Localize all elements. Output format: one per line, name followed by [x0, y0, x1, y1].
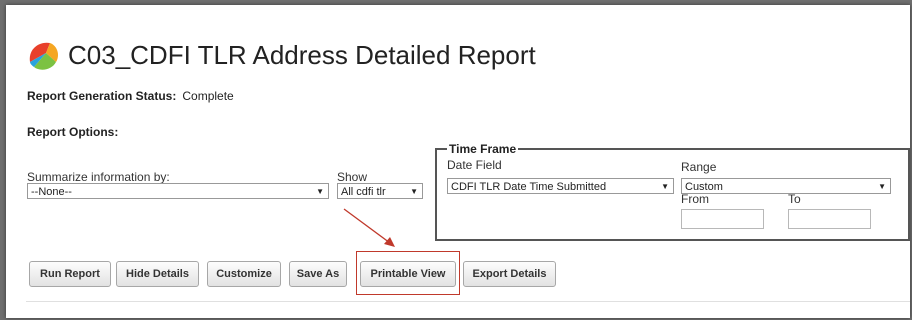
run-report-button[interactable]: Run Report: [29, 261, 111, 287]
to-date-input[interactable]: [788, 209, 871, 229]
page-header: C03_CDFI TLR Address Detailed Report: [26, 35, 536, 75]
show-select-value: All cdfi tlr: [341, 186, 386, 198]
show-label: Show: [337, 170, 368, 184]
chevron-down-icon: ▼: [410, 187, 418, 196]
summarize-select[interactable]: --None-- ▼: [27, 183, 329, 199]
from-date-input[interactable]: [681, 209, 764, 229]
status-value: Complete: [182, 89, 234, 103]
chevron-down-icon: ▼: [661, 182, 669, 191]
summarize-label: Summarize information by:: [27, 170, 170, 184]
printable-view-button[interactable]: Printable View: [360, 261, 456, 287]
annotation-arrow: [343, 208, 395, 247]
chevron-down-icon: ▼: [878, 182, 886, 191]
status-label: Report Generation Status:: [27, 89, 177, 103]
report-status: Report Generation Status: Complete: [27, 89, 234, 103]
customize-button[interactable]: Customize: [207, 261, 281, 287]
to-label: To: [788, 192, 801, 206]
export-details-button[interactable]: Export Details: [463, 261, 556, 287]
date-field-label: Date Field: [447, 158, 502, 172]
date-field-select[interactable]: CDFI TLR Date Time Submitted ▼: [447, 178, 674, 194]
report-options-title: Report Options:: [27, 125, 119, 139]
report-logo-icon: [29, 42, 58, 70]
range-select[interactable]: Custom ▼: [681, 178, 891, 194]
show-select[interactable]: All cdfi tlr ▼: [337, 183, 423, 199]
page-title: C03_CDFI TLR Address Detailed Report: [68, 39, 536, 70]
time-frame-legend: Time Frame: [449, 142, 517, 156]
chevron-down-icon: ▼: [316, 187, 324, 196]
hide-details-button[interactable]: Hide Details: [116, 261, 199, 287]
report-window: C03_CDFI TLR Address Detailed Report Rep…: [6, 5, 910, 318]
save-as-button[interactable]: Save As: [289, 261, 347, 287]
from-label: From: [681, 192, 709, 206]
date-field-select-value: CDFI TLR Date Time Submitted: [451, 181, 607, 193]
range-label: Range: [681, 160, 717, 174]
summarize-select-value: --None--: [31, 186, 72, 198]
section-divider: [26, 301, 910, 302]
